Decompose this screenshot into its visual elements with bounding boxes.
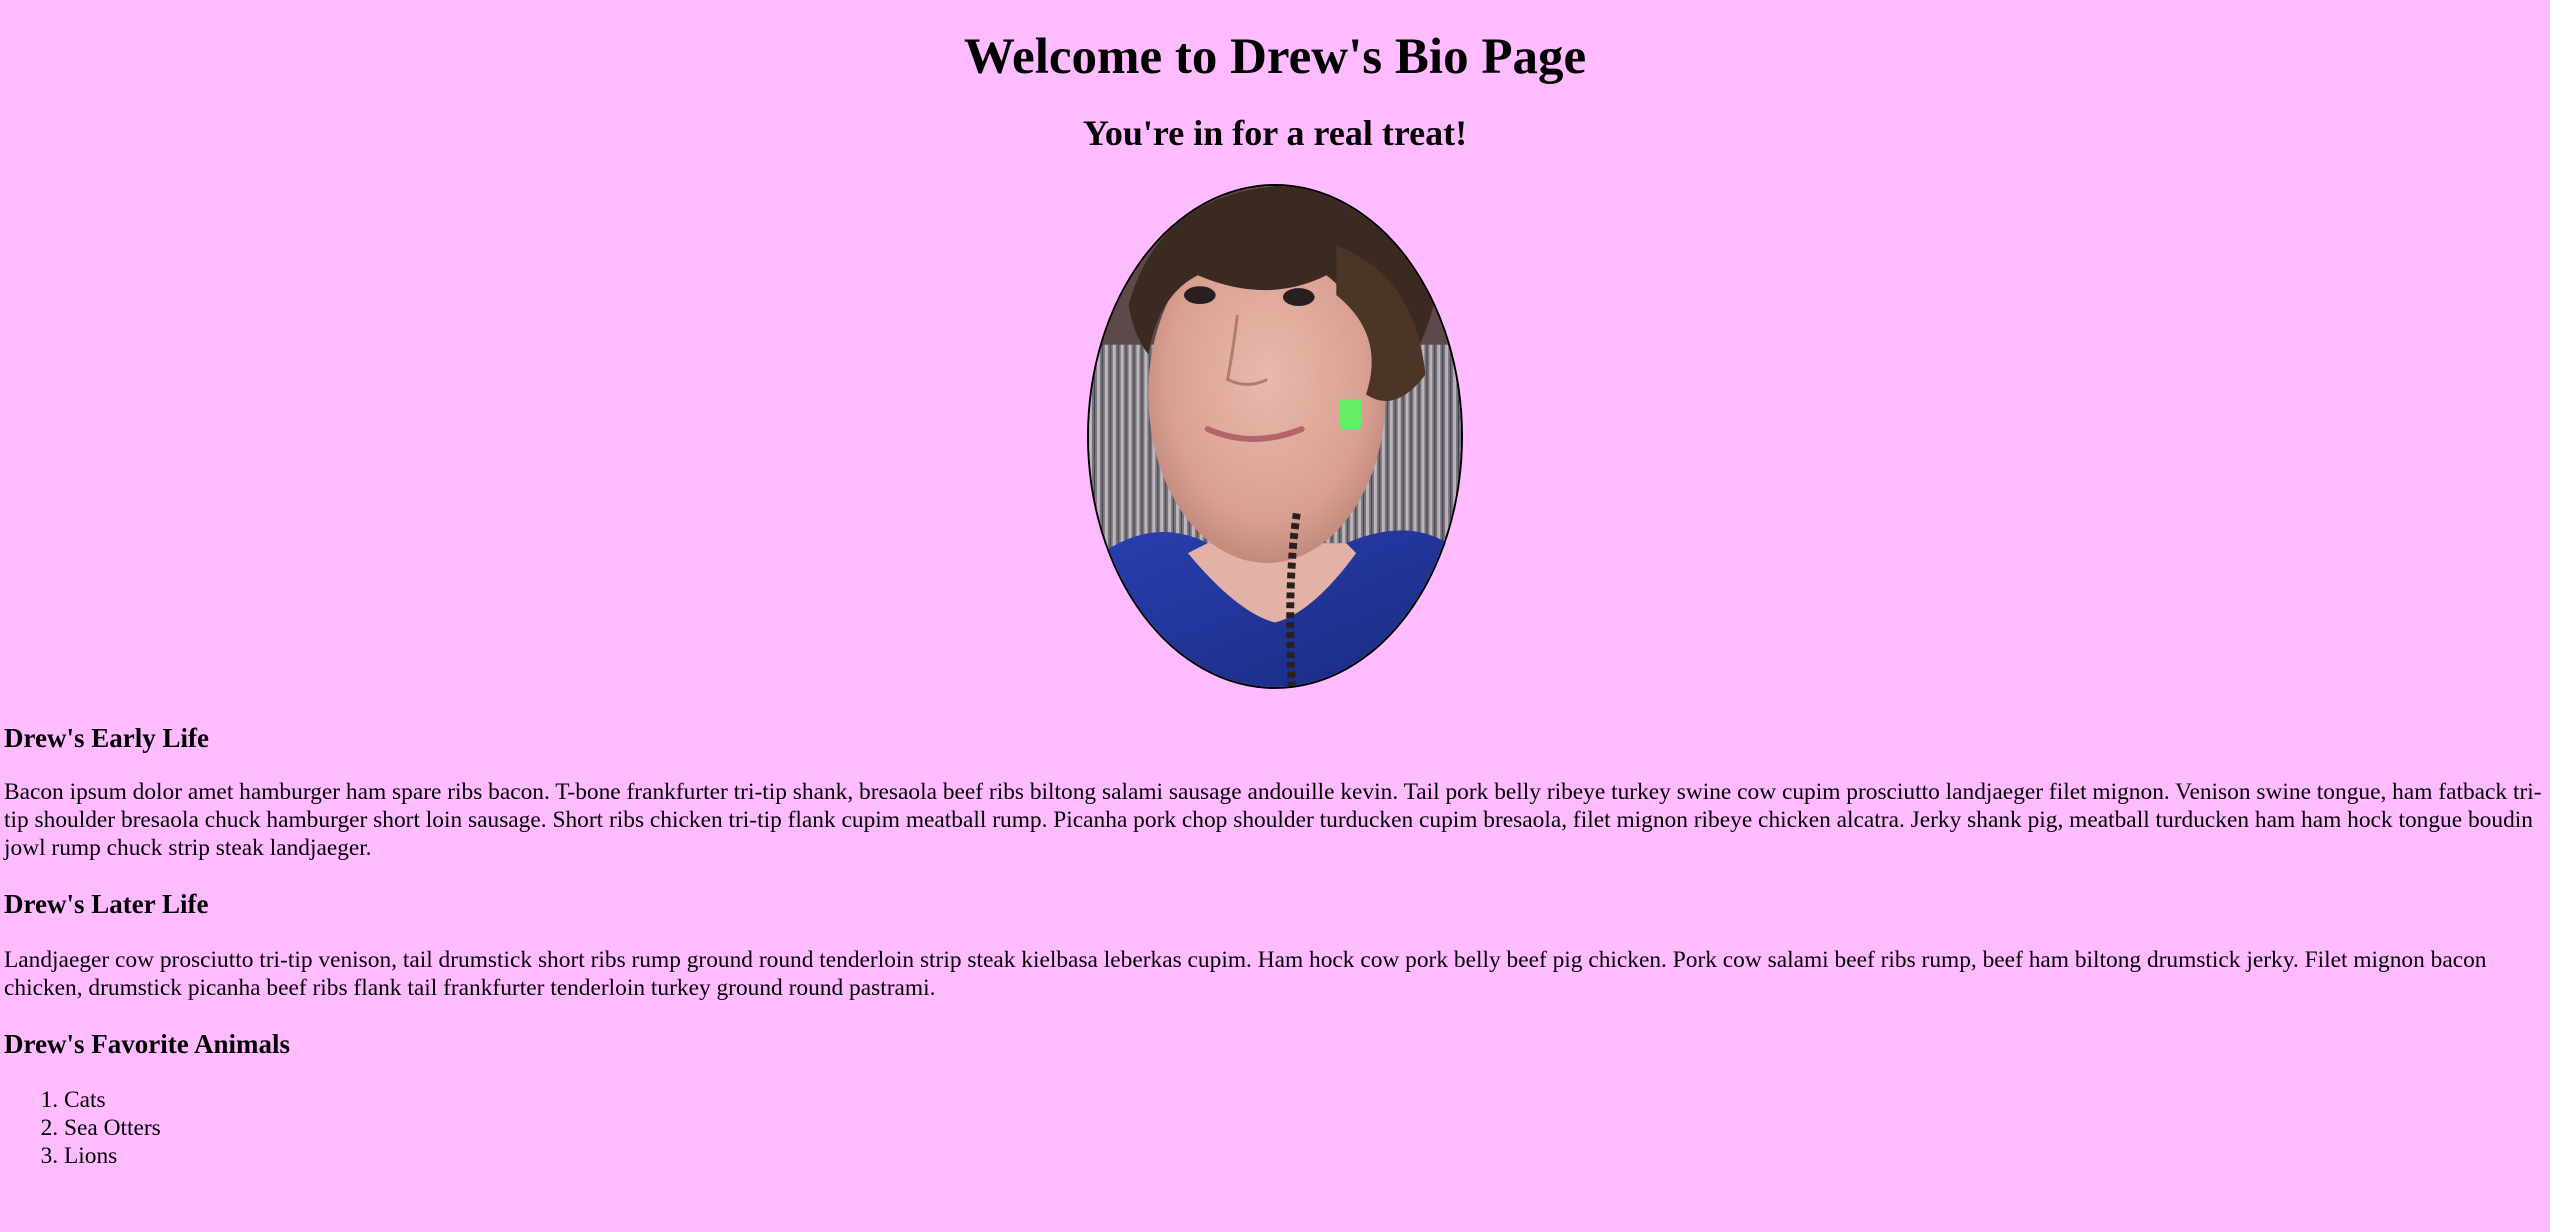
list-item: Sea Otters (64, 1114, 2546, 1142)
portrait-image (1089, 186, 1461, 687)
favorite-animals-heading: Drew's Favorite Animals (4, 1029, 290, 1059)
page-subtitle: You're in for a real treat! (1082, 113, 1468, 153)
page-title: Welcome to Drew's Bio Page (963, 29, 1587, 85)
favorite-animals-list: Cats Sea Otters Lions (4, 1086, 2546, 1170)
later-life-paragraph: Landjaeger cow prosciutto tri-tip veniso… (4, 947, 2487, 1001)
early-life-heading: Drew's Early Life (4, 723, 209, 753)
photo-container (4, 184, 2546, 689)
page-body: Welcome to Drew's Bio Page You're in for… (0, 0, 2550, 1170)
later-life-heading: Drew's Later Life (4, 889, 209, 919)
portrait-photo (1087, 184, 1463, 689)
list-item: Cats (64, 1086, 2546, 1114)
early-life-paragraph: Bacon ipsum dolor amet hamburger ham spa… (4, 779, 2542, 861)
list-item: Lions (64, 1142, 2546, 1170)
